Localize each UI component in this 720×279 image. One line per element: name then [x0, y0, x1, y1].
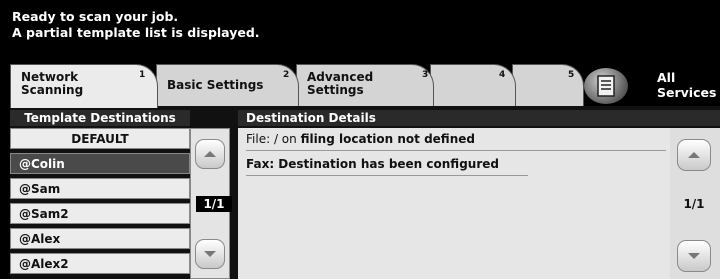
file-destination-line: File: / on filing location not defined: [246, 129, 475, 149]
services-label-line1: All: [657, 70, 676, 85]
scroll-up-icon[interactable]: [195, 139, 225, 169]
tab-label: Settings: [307, 83, 364, 97]
file-line-status: filing location not defined: [300, 132, 475, 146]
scroll-down-icon[interactable]: [195, 239, 225, 269]
template-destinations-header: Template Destinations: [10, 110, 190, 126]
scroll-down-icon[interactable]: [677, 240, 711, 272]
tab-4[interactable]: 4: [430, 64, 516, 106]
divider: [246, 150, 666, 151]
fax-destination-line: Fax: Destination has been configured: [246, 157, 499, 171]
services-icon[interactable]: [584, 68, 628, 104]
tab-network-scanning[interactable]: Network Scanning 1: [10, 64, 158, 108]
tab-number: 3: [422, 70, 429, 80]
tab-number: 4: [499, 70, 506, 80]
details-page-indicator: 1/1: [683, 197, 705, 211]
destination-item-default[interactable]: DEFAULT: [10, 128, 190, 149]
status-message: Ready to scan your job. A partial templa…: [12, 9, 260, 41]
destination-item-sam[interactable]: @Sam: [10, 178, 190, 199]
tab-label: Basic Settings: [167, 78, 264, 92]
tab-number: 2: [283, 70, 290, 80]
tab-label: Scanning: [21, 83, 84, 97]
tab-number: 1: [139, 70, 146, 80]
destination-details-header: Destination Details: [238, 110, 720, 126]
tab-basic-settings[interactable]: Basic Settings 2: [156, 64, 299, 106]
scroll-up-icon[interactable]: [677, 139, 711, 171]
tab-number: 5: [568, 70, 575, 80]
file-line-prefix: File: / on: [246, 132, 301, 146]
destination-item-colin[interactable]: @Colin: [10, 153, 190, 174]
destination-item-alex[interactable]: @Alex: [10, 228, 190, 249]
tab-5[interactable]: 5: [512, 64, 584, 106]
status-line-2: A partial template list is displayed.: [12, 25, 260, 40]
divider: [246, 175, 528, 176]
all-services-button[interactable]: All Services: [657, 70, 716, 100]
tab-advanced-settings[interactable]: Advanced Settings 3: [296, 64, 434, 106]
destination-item-sam2[interactable]: @Sam2: [10, 203, 190, 224]
services-label-line2: Services: [657, 85, 717, 100]
template-page-indicator: 1/1: [196, 196, 232, 212]
status-line-1: Ready to scan your job.: [12, 9, 179, 24]
scan-screen: Ready to scan your job. A partial templa…: [0, 0, 720, 279]
destination-item-alex2[interactable]: @Alex2: [10, 253, 190, 274]
